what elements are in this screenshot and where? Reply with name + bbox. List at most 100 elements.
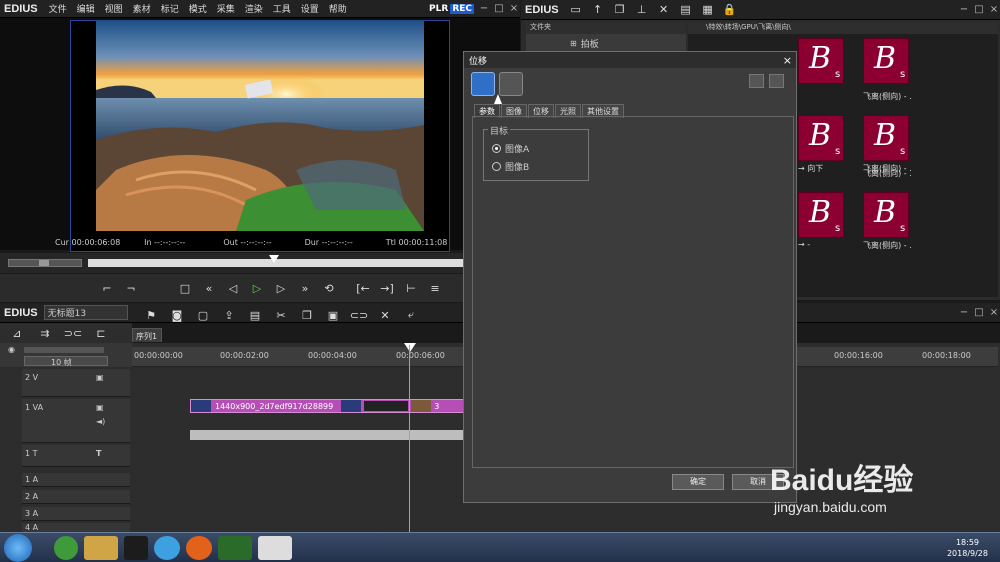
menu-render[interactable]: 渲染	[240, 2, 268, 15]
player-app-icon[interactable]	[154, 535, 180, 560]
option-image-a[interactable]: 图像A	[492, 142, 529, 155]
track-header-1t[interactable]: 1 T T	[22, 445, 130, 467]
track-add-icon[interactable]: ⊏	[90, 327, 112, 340]
menu-mode[interactable]: 模式	[184, 2, 212, 15]
video-icon[interactable]: ▣	[96, 373, 104, 382]
option-image-b[interactable]: 图像B	[492, 160, 529, 173]
folder-icon[interactable]: ▭	[565, 3, 587, 16]
step-forward-icon[interactable]: ▷	[270, 282, 292, 295]
track-header-1va[interactable]: 1 VA ▣ ◄)	[22, 399, 130, 443]
video-icon[interactable]: ▣	[96, 403, 104, 412]
copy-clip-icon[interactable]: ❐	[296, 309, 318, 322]
mode-icon[interactable]: ⊿	[6, 327, 28, 340]
zoom-level[interactable]: 10 帧	[24, 356, 108, 367]
copy-icon[interactable]: ❐	[609, 3, 631, 16]
stopwatch-icon[interactable]	[499, 72, 523, 96]
position-slider[interactable]	[88, 255, 520, 267]
effect-thumbnail[interactable]: Bs	[798, 115, 844, 161]
camera-icon[interactable]: ◙	[166, 309, 188, 322]
effect-thumbnail[interactable]: Bs	[863, 38, 909, 84]
stop-icon[interactable]: □	[174, 282, 196, 295]
firefox-icon[interactable]	[186, 535, 212, 560]
redo-icon[interactable]	[769, 74, 784, 88]
view-icon[interactable]: ▦	[697, 3, 719, 16]
up-folder-icon[interactable]: ↑	[587, 3, 609, 16]
project-name-field[interactable]: 无标题13	[43, 305, 128, 320]
track-header-2v[interactable]: 2 V ▣	[22, 369, 130, 397]
visibility-icon[interactable]: ◉	[8, 345, 15, 354]
open-icon[interactable]: ⇪	[218, 309, 240, 322]
folder-item[interactable]: ⊞ 拍板	[526, 37, 686, 50]
playhead-marker[interactable]	[404, 343, 416, 352]
bin-minimize-icon[interactable]: −	[958, 4, 970, 15]
close-icon[interactable]: ×	[508, 3, 520, 14]
plr-mode-label[interactable]: PLR	[429, 4, 448, 14]
play-icon[interactable]: ▷	[246, 282, 268, 295]
sequence-tab[interactable]: 序列1	[132, 328, 162, 342]
bin-thumb[interactable]: Bs 飞离(侧向) - .	[863, 192, 912, 251]
link-icon[interactable]: ⊂⊃	[348, 309, 370, 322]
delete-clip-icon[interactable]: ✕	[374, 309, 396, 322]
ok-button[interactable]: 确定	[672, 474, 724, 490]
track-header-1a[interactable]: 1 A	[22, 473, 130, 487]
timeline-maximize-icon[interactable]: □	[973, 307, 985, 318]
bin-thumb[interactable]: Bs → -	[798, 192, 844, 249]
delete-icon[interactable]: ✕	[653, 3, 675, 16]
app-icon-green[interactable]	[54, 535, 78, 560]
palette-icon[interactable]	[471, 72, 495, 96]
new-icon[interactable]: ▢	[192, 309, 214, 322]
qq-icon[interactable]	[124, 535, 148, 560]
scrub-bar[interactable]	[0, 253, 520, 273]
bin-maximize-icon[interactable]: □	[973, 4, 985, 15]
menu-capture[interactable]: 采集	[212, 2, 240, 15]
undo-icon[interactable]	[749, 74, 764, 88]
menu-help[interactable]: 帮助	[324, 2, 352, 15]
fast-forward-icon[interactable]: »	[294, 282, 316, 295]
position-handle[interactable]	[268, 255, 279, 263]
save-icon[interactable]: ▤	[244, 309, 266, 322]
properties-icon[interactable]: ▤	[675, 3, 697, 16]
recorder-icon[interactable]	[258, 535, 292, 560]
edius-taskbar-icon[interactable]	[218, 535, 252, 560]
loop-icon[interactable]: ⟲	[318, 282, 340, 295]
radio-image-a[interactable]	[492, 144, 501, 153]
expand-icon[interactable]: ⊞	[570, 39, 577, 48]
rewind-icon[interactable]: «	[198, 282, 220, 295]
menu-clip[interactable]: 素材	[128, 2, 156, 15]
audio-clip[interactable]	[190, 430, 466, 440]
menu-file[interactable]: 文件	[44, 2, 72, 15]
audio-icon[interactable]: ◄)	[96, 417, 105, 426]
menu-tools[interactable]: 工具	[268, 2, 296, 15]
sync-icon[interactable]: ⊃⊂	[62, 327, 84, 340]
system-clock[interactable]: 18:59 2018/9/28	[947, 537, 988, 559]
zoom-slider[interactable]	[24, 347, 104, 353]
radio-image-b[interactable]	[492, 162, 501, 171]
split-icon[interactable]: ⇉	[34, 327, 56, 340]
rec-mode-label[interactable]: REC	[450, 3, 474, 14]
effect-thumbnail[interactable]: Bs	[863, 115, 909, 161]
menu-marker[interactable]: 标记	[156, 2, 184, 15]
bin-thumb[interactable]: Bs → 向下	[798, 115, 844, 174]
more-icon[interactable]: ≡	[424, 282, 446, 295]
ripple-icon[interactable]: ⊢	[400, 282, 422, 295]
minimize-icon[interactable]: −	[478, 3, 490, 14]
menu-settings[interactable]: 设置	[296, 2, 324, 15]
maximize-icon[interactable]: □	[493, 3, 505, 14]
set-out-icon[interactable]: ¬	[120, 282, 142, 295]
effect-thumbnail[interactable]: Bs	[798, 38, 844, 84]
set-in-icon[interactable]: ⌐	[96, 282, 118, 295]
timeline-close-icon[interactable]: ×	[988, 307, 1000, 318]
title-track-icon[interactable]: T	[96, 449, 101, 458]
menu-view[interactable]: 视图	[100, 2, 128, 15]
track-header-2a[interactable]: 2 A	[22, 490, 130, 504]
overwrite-icon[interactable]: →]	[376, 282, 398, 295]
marker-icon[interactable]: ⚑	[140, 309, 162, 322]
timeline-clip[interactable]: 1440x900_2d7edf917d28899 3	[190, 399, 466, 413]
bin-thumb[interactable]: Bs	[863, 38, 909, 84]
cut-icon[interactable]: ✂	[270, 309, 292, 322]
shuttle-slider[interactable]	[8, 259, 82, 267]
effect-thumbnail[interactable]: Bs	[863, 192, 909, 238]
effect-thumbnail[interactable]: Bs	[798, 192, 844, 238]
insert-icon[interactable]: [←	[352, 282, 374, 295]
lock-icon[interactable]: 🔒	[719, 3, 741, 16]
